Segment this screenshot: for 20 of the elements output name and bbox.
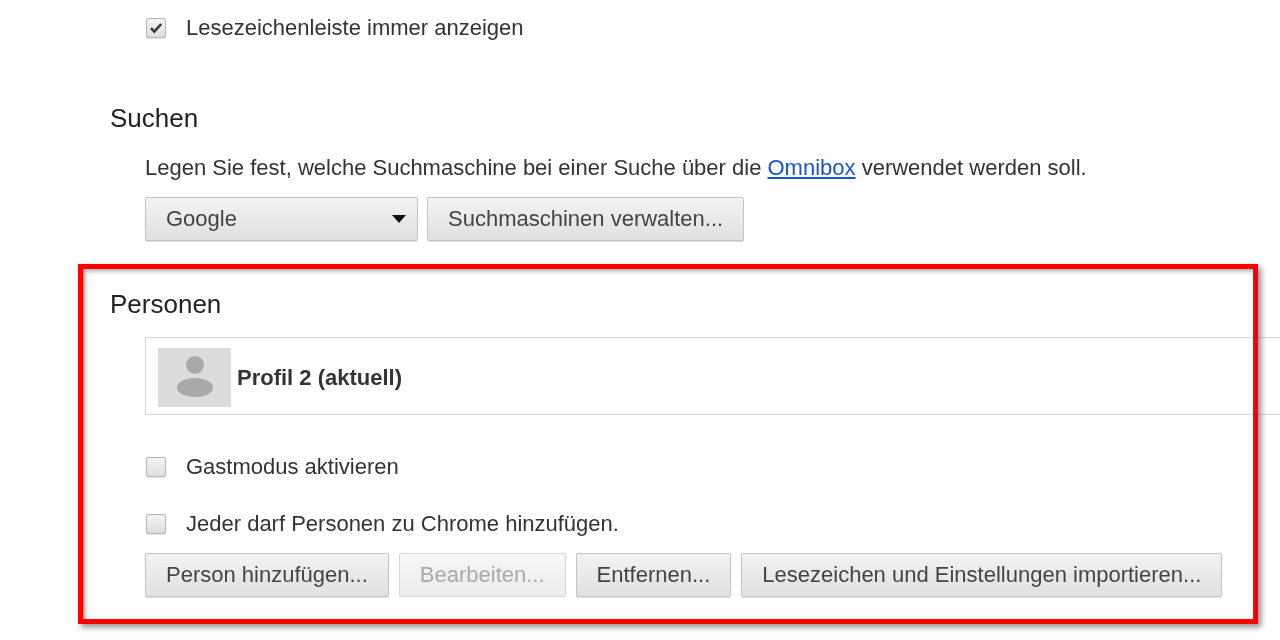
import-button[interactable]: Lesezeichen und Einstellungen importieren... — [741, 553, 1223, 597]
manage-search-engines-button[interactable]: Suchmaschinen verwalten... — [427, 197, 745, 241]
checkbox[interactable] — [146, 514, 166, 534]
section-heading: Personen — [110, 290, 223, 318]
profile-name: Profil 2 (aktuell) — [237, 364, 403, 391]
check-icon — [149, 22, 163, 34]
search-engine-dropdown[interactable]: Google — [145, 197, 418, 241]
add-person-button[interactable]: Person hinzufügen... — [145, 553, 389, 597]
search-description: Legen Sie fest, welche Suchmaschine bei einer Suche über die Omnibox verwendet werden soll. — [145, 156, 1088, 180]
checkbox-label[interactable]: Jeder darf Personen zu Chrome hinzufügen. — [186, 512, 619, 536]
checkbox[interactable] — [146, 18, 166, 38]
omnibox-link[interactable]: Omnibox — [767, 155, 856, 180]
section-heading: Suchen — [110, 104, 200, 132]
profile-list-item[interactable]: Profil 2 (aktuell) — [158, 348, 578, 407]
remove-button[interactable]: Entfernen... — [575, 553, 732, 597]
checkbox-label[interactable]: Gastmodus aktivieren — [186, 455, 399, 479]
checkbox-label[interactable]: Lesezeichenleiste immer anzeigen — [186, 16, 524, 40]
avatar-icon — [158, 348, 231, 407]
caret-icon — [392, 215, 406, 223]
checkbox[interactable] — [146, 457, 166, 477]
